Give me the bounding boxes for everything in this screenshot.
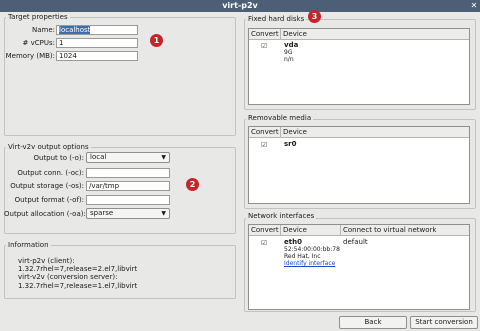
column-header-convert[interactable]: Convert (249, 29, 281, 39)
network-interfaces-legend: Network interfaces (246, 212, 317, 220)
info-line: virt-p2v (client): (18, 257, 75, 265)
chevron-down-icon: ▼ (161, 210, 166, 217)
info-line: 1.32.7rhel=7,release=1.el7,libvirt (18, 282, 138, 290)
output-to-label: Output to (-o): (33, 154, 84, 162)
memory-label: Memory (MB): (5, 52, 55, 60)
window-title: virt-p2v (222, 1, 258, 10)
output-options-legend: Virt-v2v output options (6, 143, 91, 151)
network-mac: 52:54:00:00:bb:78 (284, 246, 340, 253)
close-icon[interactable]: ✕ (469, 1, 479, 11)
output-to-value: local (90, 153, 107, 161)
disk-size: 9G (284, 49, 293, 56)
table-header: Convert Device Connect to virtual networ… (249, 225, 469, 236)
callout-badge-3: 3 (308, 10, 321, 23)
identify-interface-link[interactable]: Identify interface (284, 260, 335, 267)
name-input[interactable]: localhost (56, 25, 138, 35)
removable-convert-checkbox[interactable]: ☑ (261, 141, 267, 149)
chevron-down-icon: ▼ (161, 154, 166, 161)
vcpus-input[interactable]: 1 (56, 38, 138, 48)
table-header: Convert Device (249, 127, 469, 138)
output-storage-label: Output storage (-os): (10, 182, 84, 190)
back-button[interactable]: Back (339, 316, 407, 329)
info-line: 1.32.7rhel=7,release=2.el7,libvirt (18, 265, 138, 273)
start-conversion-button[interactable]: Start conversion (410, 316, 478, 329)
vcpus-label: # vCPUs: (22, 39, 55, 47)
fixed-disks-legend: Fixed hard disks (246, 15, 307, 23)
network-vendor: Red Hat, Inc (284, 253, 321, 260)
output-to-select[interactable]: local ▼ (86, 152, 170, 163)
name-label: Name: (31, 26, 55, 34)
output-allocation-select[interactable]: sparse ▼ (86, 208, 170, 219)
disk-device-info: vda 9G n/n (284, 41, 299, 64)
output-allocation-value: sparse (90, 209, 114, 217)
removable-device-name: sr0 (284, 140, 297, 148)
disk-convert-checkbox[interactable]: ☑ (261, 42, 267, 50)
disk-name: vda (284, 41, 299, 49)
fixed-disks-table: Convert Device ☑ vda 9G n/n (248, 28, 470, 105)
column-header-connect[interactable]: Connect to virtual network (341, 225, 470, 235)
window-titlebar: virt-p2v ✕ (0, 0, 480, 12)
network-interfaces-table: Convert Device Connect to virtual networ… (248, 224, 470, 310)
output-storage-input[interactable]: /var/tmp (86, 181, 170, 191)
callout-badge-2: 2 (186, 178, 199, 191)
output-format-input[interactable] (86, 195, 170, 205)
removable-media-legend: Removable media (246, 114, 314, 122)
output-format-label: Output format (-of): (14, 196, 84, 204)
name-value: localhost (59, 26, 91, 34)
column-header-device[interactable]: Device (281, 127, 470, 137)
output-conn-input[interactable] (86, 168, 170, 178)
network-convert-checkbox[interactable]: ☑ (261, 239, 267, 247)
table-header: Convert Device (249, 29, 469, 40)
column-header-convert[interactable]: Convert (249, 127, 281, 137)
network-device-name: eth0 (284, 238, 302, 246)
removable-media-table: Convert Device ☑ sr0 (248, 126, 470, 204)
output-allocation-label: Output allocation (-oa): (4, 210, 86, 218)
column-header-convert[interactable]: Convert (249, 225, 281, 235)
disk-extra: n/n (284, 56, 294, 63)
network-device-info: eth0 52:54:00:00:bb:78 Red Hat, Inc Iden… (284, 238, 340, 268)
column-header-device[interactable]: Device (281, 29, 470, 39)
network-connect-value[interactable]: default (343, 239, 368, 246)
info-line: virt-v2v (conversion server): (18, 273, 118, 281)
column-header-device[interactable]: Device (281, 225, 341, 235)
callout-badge-1: 1 (150, 34, 163, 47)
removable-device-info: sr0 (284, 141, 297, 148)
memory-input[interactable]: 1024 (56, 51, 138, 61)
output-conn-label: Output conn. (-oc): (17, 169, 84, 177)
information-legend: Information (6, 241, 51, 249)
target-properties-legend: Target properties (6, 13, 70, 21)
